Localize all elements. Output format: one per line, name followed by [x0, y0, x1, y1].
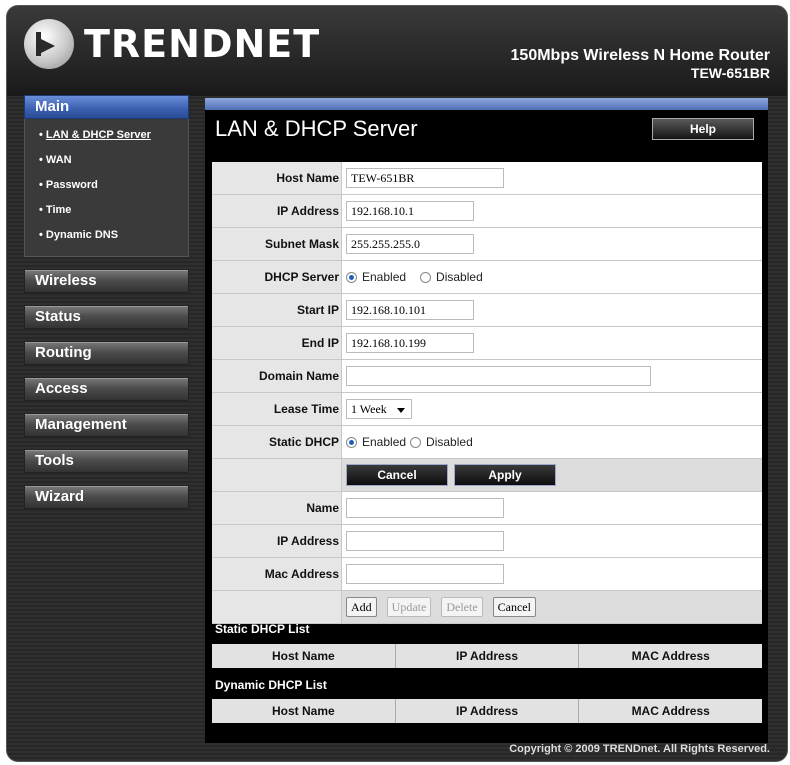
cancel-button[interactable]: Cancel: [346, 464, 448, 486]
start-ip-label: Start IP: [212, 294, 342, 326]
page-title: LAN & DHCP Server: [215, 116, 418, 141]
static-actions-row: Add Update Delete Cancel: [212, 591, 762, 624]
update-button[interactable]: Update: [386, 597, 432, 617]
static-dhcp-disabled-radio[interactable]: Disabled: [410, 435, 473, 449]
nav-item-password[interactable]: • Password: [25, 173, 188, 198]
end-ip-row: End IP 192.168.10.199: [212, 327, 762, 360]
sidebar-nav: Main • LAN & DHCP Server • WAN • Passwor…: [24, 95, 189, 509]
nav-access[interactable]: Access: [24, 377, 189, 401]
main-content: LAN & DHCP Server Help Host Name TEW-651…: [205, 98, 768, 743]
column-mac-address: MAC Address: [631, 704, 710, 718]
column-ip-address: IP Address: [396, 699, 580, 723]
static-dhcp-label: Static DHCP: [212, 426, 342, 458]
nav-management[interactable]: Management: [24, 413, 189, 437]
copyright-text: Copyright © 2009 TRENDnet. All Rights Re…: [509, 743, 770, 755]
column-mac-address: MAC Address: [631, 649, 710, 663]
dhcp-server-enabled-radio[interactable]: Enabled: [346, 270, 406, 284]
column-host-name: Host Name: [212, 699, 396, 723]
static-mac-row: Mac Address: [212, 558, 762, 591]
dhcp-server-label: DHCP Server: [212, 261, 342, 293]
start-ip-row: Start IP 192.168.10.101: [212, 294, 762, 327]
end-ip-label: End IP: [212, 327, 342, 359]
ip-address-input[interactable]: 192.168.10.1: [346, 201, 474, 221]
nav-item-dynamic-dns[interactable]: • Dynamic DNS: [25, 223, 188, 248]
static-dhcp-list-title: Static DHCP List: [215, 622, 310, 636]
column-host-name: Host Name: [212, 644, 396, 668]
dhcp-server-disabled-radio[interactable]: Disabled: [420, 270, 483, 284]
static-ip-row: IP Address: [212, 525, 762, 558]
host-name-row: Host Name TEW-651BR: [212, 162, 762, 195]
static-mac-input[interactable]: [346, 564, 504, 584]
content-top-bar: [205, 98, 768, 110]
static-dhcp-row: Static DHCP Enabled Disabled: [212, 426, 762, 459]
domain-name-input[interactable]: [346, 366, 651, 386]
trendnet-logo: TRENDNET: [24, 16, 320, 72]
nav-main[interactable]: Main: [24, 95, 189, 119]
static-mac-label: Mac Address: [212, 558, 342, 590]
subnet-mask-row: Subnet Mask 255.255.255.0: [212, 228, 762, 261]
add-button[interactable]: Add: [346, 597, 377, 617]
subnet-mask-label: Subnet Mask: [212, 228, 342, 260]
nav-item-wan[interactable]: • WAN: [25, 148, 188, 173]
ip-address-row: IP Address 192.168.10.1: [212, 195, 762, 228]
static-dhcp-enabled-radio[interactable]: Enabled: [346, 435, 406, 449]
ip-address-label: IP Address: [212, 195, 342, 227]
end-ip-input[interactable]: 192.168.10.199: [346, 333, 474, 353]
static-cancel-button[interactable]: Cancel: [492, 597, 536, 617]
radio-unchecked-icon: [420, 271, 432, 283]
product-name: 150Mbps Wireless N Home Router: [510, 47, 770, 64]
domain-name-row: Domain Name: [212, 360, 762, 393]
static-name-row: Name: [212, 492, 762, 525]
nav-wizard[interactable]: Wizard: [24, 485, 189, 509]
subnet-mask-input[interactable]: 255.255.255.0: [346, 234, 474, 254]
apply-button[interactable]: Apply: [454, 464, 556, 486]
nav-status[interactable]: Status: [24, 305, 189, 329]
dynamic-dhcp-list-title: Dynamic DHCP List: [215, 678, 327, 692]
nav-item-time[interactable]: • Time: [25, 198, 188, 223]
column-ip-address: IP Address: [396, 644, 580, 668]
radio-unchecked-icon: [410, 436, 422, 448]
radio-checked-icon: [346, 436, 357, 448]
product-info: 150Mbps Wireless N Home Router TEW-651BR: [511, 47, 770, 81]
host-name-label: Host Name: [212, 162, 342, 194]
help-button[interactable]: Help: [652, 118, 754, 140]
static-name-input[interactable]: [346, 498, 504, 518]
chevron-down-icon: [397, 408, 405, 413]
host-name-input[interactable]: TEW-651BR: [346, 168, 504, 188]
trendnet-logo-icon: [24, 19, 74, 69]
nav-wireless[interactable]: Wireless: [24, 269, 189, 293]
brand-name: TRENDNET: [84, 22, 321, 66]
product-model: TEW-651BR: [690, 65, 770, 81]
lease-time-select[interactable]: 1 Week: [346, 399, 412, 419]
lan-dhcp-form: Host Name TEW-651BR IP Address 192.168.1…: [212, 162, 762, 624]
form-actions-row: Cancel Apply: [212, 459, 762, 492]
static-name-label: Name: [212, 492, 342, 524]
dynamic-dhcp-list-header: Host Name IP Address MAC Address: [212, 699, 762, 723]
nav-routing[interactable]: Routing: [24, 341, 189, 365]
static-dhcp-list-header: Host Name IP Address MAC Address: [212, 644, 762, 668]
lease-time-row: Lease Time 1 Week: [212, 393, 762, 426]
radio-checked-icon: [346, 271, 357, 283]
nav-tools[interactable]: Tools: [24, 449, 189, 473]
static-ip-input[interactable]: [346, 531, 504, 551]
delete-button[interactable]: Delete: [441, 597, 483, 617]
domain-name-label: Domain Name: [212, 360, 342, 392]
nav-item-lan-dhcp[interactable]: • LAN & DHCP Server: [25, 123, 188, 148]
nav-main-submenu: • LAN & DHCP Server • WAN • Password • T…: [24, 119, 189, 257]
static-ip-label: IP Address: [212, 525, 342, 557]
lease-time-label: Lease Time: [212, 393, 342, 425]
start-ip-input[interactable]: 192.168.10.101: [346, 300, 474, 320]
dhcp-server-row: DHCP Server Enabled Disabled: [212, 261, 762, 294]
